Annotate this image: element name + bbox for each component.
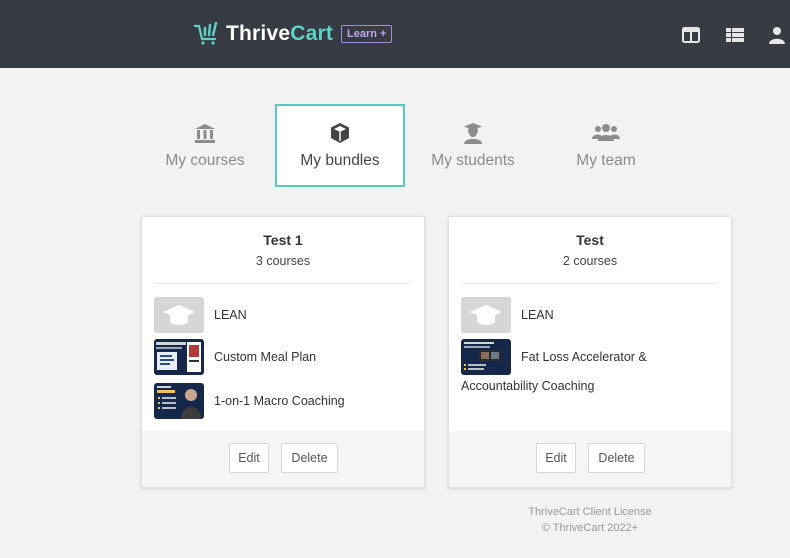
meal-plan-thumbnail — [154, 339, 204, 375]
course-name: Fat Loss Accelerator & — [521, 350, 647, 364]
course-name-continued: Accountability Coaching — [461, 379, 595, 393]
fat-loss-thumbnail — [461, 339, 511, 375]
course-item[interactable]: 1-on-1 Macro Coaching — [154, 383, 345, 419]
top-navigation-bar: ThriveCart Learn + — [0, 0, 790, 68]
list-icon[interactable] — [726, 26, 744, 44]
course-item[interactable]: LEAN — [461, 297, 554, 333]
delete-button[interactable]: Delete — [588, 443, 645, 473]
team-icon — [592, 124, 620, 141]
edit-button[interactable]: Edit — [536, 443, 576, 473]
course-item[interactable]: LEAN — [154, 297, 247, 333]
course-name: LEAN — [214, 308, 247, 322]
learn-plus-badge: Learn + — [341, 25, 393, 43]
delete-button[interactable]: Delete — [281, 443, 338, 473]
edit-button[interactable]: Edit — [229, 443, 269, 473]
tab-label: My bundles — [300, 152, 380, 169]
course-name: 1-on-1 Macro Coaching — [214, 394, 345, 408]
bank-icon — [195, 124, 215, 143]
tab-label: My team — [576, 152, 636, 169]
course-item[interactable]: Fat Loss Accelerator & — [461, 339, 647, 375]
course-name: LEAN — [521, 308, 554, 322]
cube-icon — [331, 123, 349, 143]
bundle-course-count: 3 courses — [255, 254, 311, 268]
tab-label: My courses — [165, 152, 245, 169]
thrivecart-logo[interactable]: ThriveCart Learn + — [194, 22, 393, 46]
bundle-title: Test — [576, 232, 604, 248]
macro-coaching-thumbnail — [154, 383, 204, 419]
course-name: Custom Meal Plan — [214, 350, 317, 364]
license-text: ThriveCart Client License — [528, 506, 652, 518]
graduation-cap-placeholder-icon — [461, 297, 511, 333]
graduation-cap-placeholder-icon — [154, 297, 204, 333]
tab-my-bundles[interactable]: My bundles — [275, 104, 405, 187]
brand-name-accent: Cart — [290, 22, 334, 45]
bundle-card-actions: Edit Delete — [142, 431, 424, 487]
brand-name: ThriveCart — [226, 22, 333, 46]
tab-label: My students — [431, 152, 515, 169]
brand-name-main: Thrive — [226, 22, 291, 45]
bundle-card-actions: Edit Delete — [449, 431, 731, 487]
course-item[interactable]: Custom Meal Plan — [154, 339, 316, 375]
user-icon[interactable] — [768, 26, 786, 44]
tab-my-students[interactable]: My students — [408, 104, 538, 187]
bundle-card: Test 2 courses LEAN Fat Loss Accelerator… — [448, 216, 732, 488]
bundle-title: Test 1 — [263, 232, 303, 248]
columns-icon[interactable] — [682, 26, 700, 44]
graduate-icon — [464, 123, 482, 144]
tab-my-courses[interactable]: My courses — [140, 104, 270, 187]
cart-logo-icon — [194, 22, 218, 45]
divider — [156, 283, 410, 284]
bundle-card: Test 1 3 courses LEAN Custom Meal Plan 1… — [141, 216, 425, 488]
tab-my-team[interactable]: My team — [541, 104, 671, 187]
copyright-text: © ThriveCart 2022+ — [541, 522, 639, 534]
bundle-course-count: 2 courses — [562, 254, 618, 268]
divider — [463, 283, 717, 284]
